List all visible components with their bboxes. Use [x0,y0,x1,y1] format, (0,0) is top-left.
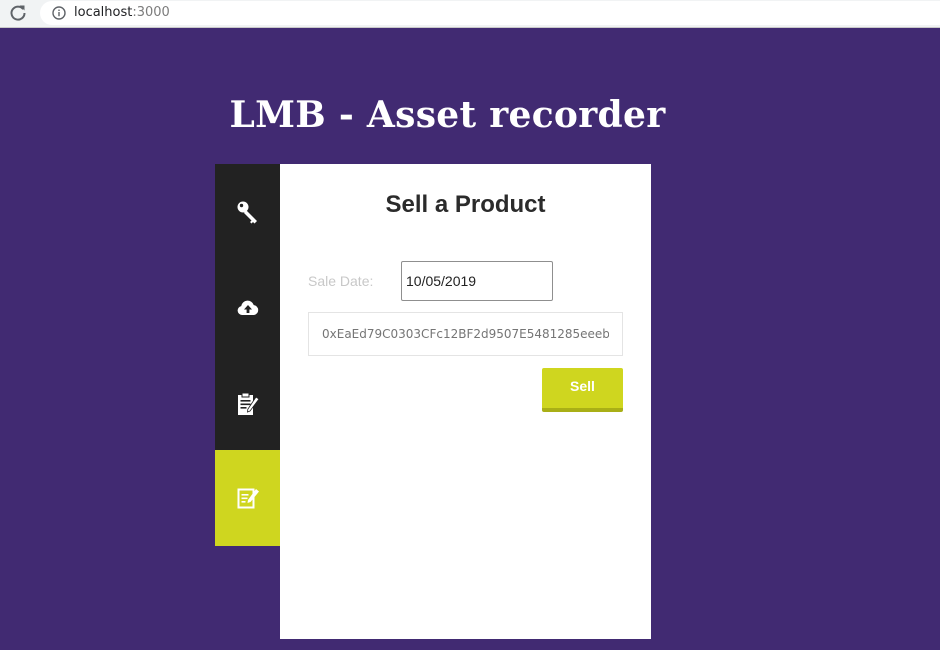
edit-document-icon [237,488,259,509]
sidebar [215,164,280,546]
address-bar[interactable]: localhost:3000 [40,1,940,25]
info-icon[interactable] [52,6,66,20]
app-title: LMB - Asset recorder [229,94,666,136]
sidebar-item-records[interactable] [215,356,280,452]
sale-date-label: Sale Date: [308,273,374,289]
sale-date-input[interactable] [401,261,553,301]
panel-title: Sell a Product [385,191,546,218]
sell-product-panel: Sell a Product Sale Date: Sell [280,164,651,639]
sidebar-item-keys[interactable] [215,164,280,260]
url-host: localhost [74,5,133,20]
url-text[interactable]: localhost:3000 [74,5,170,20]
sidebar-item-upload[interactable] [215,260,280,356]
clipboard-check-icon [237,392,260,415]
cloud-upload-icon [237,300,258,315]
sell-button[interactable]: Sell [542,368,623,412]
url-port: :3000 [132,5,170,20]
browser-toolbar: localhost:3000 [0,0,940,28]
reload-icon[interactable] [8,3,28,23]
key-icon [237,201,257,224]
address-input[interactable] [308,312,623,356]
sidebar-item-sell[interactable] [215,450,280,546]
